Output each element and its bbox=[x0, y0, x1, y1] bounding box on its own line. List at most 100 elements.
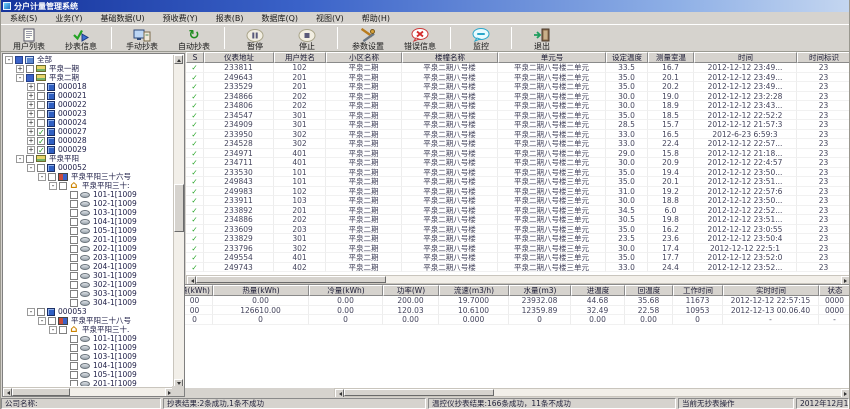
collapse-icon[interactable]: - bbox=[16, 155, 24, 163]
tree-checkbox[interactable] bbox=[70, 254, 78, 262]
tree-item[interactable]: 302-1[1009 bbox=[3, 280, 172, 289]
tree-item[interactable]: +平泉一期 bbox=[3, 64, 172, 73]
tree-checkbox[interactable] bbox=[70, 245, 78, 253]
tree-checkbox[interactable] bbox=[70, 380, 78, 387]
tree-checkbox[interactable] bbox=[70, 344, 78, 352]
detail-table-horizontal-scrollbar[interactable] bbox=[334, 388, 850, 397]
column-header[interactable]: 时间标识 bbox=[797, 52, 850, 63]
expand-icon[interactable]: + bbox=[27, 92, 35, 100]
table-row[interactable]: ✓249843101平泉二期平泉二期八号楼平泉二期八号楼三单元35.020.12… bbox=[186, 177, 850, 187]
expand-icon[interactable]: + bbox=[27, 101, 35, 109]
tree-item[interactable]: 201-1[1009 bbox=[3, 379, 172, 386]
scrollbar-thumb[interactable] bbox=[174, 184, 184, 232]
tree-checkbox[interactable] bbox=[70, 371, 78, 379]
table-row[interactable]: ✓233829301平泉二期平泉二期八号楼平泉二期八号楼三单元23.523.62… bbox=[186, 234, 850, 244]
tree-item[interactable]: +✓000028 bbox=[3, 136, 172, 145]
tree-item[interactable]: 102-1[1009 bbox=[3, 343, 172, 352]
tree-checkbox[interactable] bbox=[48, 173, 56, 181]
tree-checkbox[interactable] bbox=[70, 290, 78, 298]
column-header[interactable]: 回温度 bbox=[625, 285, 673, 296]
tree-checkbox[interactable] bbox=[70, 218, 78, 226]
collapse-icon[interactable]: - bbox=[38, 173, 46, 181]
monitor-button[interactable]: 监控 bbox=[455, 25, 507, 51]
tree-checkbox[interactable] bbox=[70, 209, 78, 217]
column-header[interactable]: 实时时间 bbox=[723, 285, 819, 296]
exit-button[interactable]: 退出 bbox=[516, 25, 568, 51]
column-header[interactable]: 小区名称 bbox=[326, 52, 402, 63]
tree-checkbox[interactable] bbox=[37, 119, 45, 127]
tree-item[interactable]: -⌂平泉平阳三十: bbox=[3, 181, 172, 190]
scrollbar-track[interactable] bbox=[70, 388, 165, 396]
table-row[interactable]: 0000.000.00000.000.000-- bbox=[177, 315, 850, 325]
scrollbar-thumb[interactable] bbox=[196, 276, 386, 283]
expand-icon[interactable]: + bbox=[27, 83, 35, 91]
tree-item[interactable]: 104-1[1009 bbox=[3, 361, 172, 370]
table-row[interactable]: ✓234866202平泉二期平泉二期八号楼平泉二期八号楼二单元30.019.02… bbox=[186, 92, 850, 102]
scrollbar-track[interactable] bbox=[494, 389, 841, 396]
tree-checkbox[interactable] bbox=[70, 191, 78, 199]
menu-item-view[interactable]: 视图(V) bbox=[307, 13, 353, 24]
table-row[interactable]: ✓234971401平泉二期平泉二期八号楼平泉二期八号楼二单元29.015.82… bbox=[186, 149, 850, 159]
pause-button[interactable]: 暂停 bbox=[229, 25, 281, 51]
tree-checkbox[interactable] bbox=[70, 236, 78, 244]
table-row[interactable]: ✓249743402平泉二期平泉二期八号楼平泉二期八号楼三单元33.024.42… bbox=[186, 263, 850, 273]
table-row[interactable]: ✓233811102平泉二期平泉二期八号楼平泉二期八号楼二单元33.516.72… bbox=[186, 63, 850, 73]
column-header[interactable]: 时间 bbox=[694, 52, 797, 63]
expand-icon[interactable]: + bbox=[27, 119, 35, 127]
tree-item[interactable]: 103-1[1009 bbox=[3, 208, 172, 217]
tree-horizontal-scrollbar[interactable] bbox=[3, 387, 174, 396]
tree-item[interactable]: 103-1[1009 bbox=[3, 352, 172, 361]
expand-icon[interactable]: + bbox=[27, 146, 35, 154]
tree-item[interactable]: -⌂平泉平阳三十. bbox=[3, 325, 172, 334]
column-header[interactable]: 设定温度 bbox=[606, 52, 648, 63]
tree-checkbox[interactable] bbox=[70, 281, 78, 289]
user-list-button[interactable]: 用户列表 bbox=[3, 25, 55, 51]
table-row[interactable]: ✓234886202平泉二期平泉二期八号楼平泉二期八号楼三单元30.519.82… bbox=[186, 215, 850, 225]
auto-read-button[interactable]: ↻ 自动抄表 bbox=[168, 25, 220, 51]
column-header[interactable]: 流速(m3/h) bbox=[439, 285, 509, 296]
tree-checkbox[interactable] bbox=[37, 83, 45, 91]
collapse-icon[interactable]: - bbox=[38, 317, 46, 325]
collapse-icon[interactable]: - bbox=[27, 308, 35, 316]
expand-icon[interactable]: + bbox=[27, 110, 35, 118]
table-row[interactable]: 000.000.00200.0019.700023932.0844.6835.6… bbox=[177, 296, 850, 306]
scroll-up-button[interactable] bbox=[174, 55, 183, 64]
scroll-left-button[interactable] bbox=[3, 388, 12, 397]
tree-item[interactable]: 105-1[1009 bbox=[3, 370, 172, 379]
tree-checkbox[interactable] bbox=[70, 272, 78, 280]
table-row[interactable]: ✓234547301平泉二期平泉二期八号楼平泉二期八号楼二单元35.018.52… bbox=[186, 111, 850, 121]
tree-item[interactable]: 201-1[1009 bbox=[3, 235, 172, 244]
table-row[interactable]: ✓233950302平泉二期平泉二期八号楼平泉二期八号楼二单元33.016.52… bbox=[186, 130, 850, 140]
tree-checkbox[interactable] bbox=[26, 155, 34, 163]
manual-read-button[interactable]: 手动抄表 bbox=[116, 25, 168, 51]
tree-checkbox[interactable] bbox=[70, 335, 78, 343]
collapse-icon[interactable]: - bbox=[27, 164, 35, 172]
tree-item[interactable]: 105-1[1009 bbox=[3, 226, 172, 235]
tree-checkbox[interactable] bbox=[37, 308, 45, 316]
column-header[interactable]: 测量室温 bbox=[648, 52, 694, 63]
table-row[interactable]: ✓233609203平泉二期平泉二期八号楼平泉二期八号楼三单元35.016.22… bbox=[186, 225, 850, 235]
main-table-horizontal-scrollbar[interactable] bbox=[186, 275, 850, 284]
table-row[interactable]: 00126610.000.00120.0310.610012359.8932.4… bbox=[177, 306, 850, 316]
tree-item[interactable]: +000022 bbox=[3, 100, 172, 109]
column-header[interactable]: 进温度 bbox=[571, 285, 625, 296]
tree-item[interactable]: 203-1[1009 bbox=[3, 253, 172, 262]
menu-item-help[interactable]: 帮助(H) bbox=[353, 13, 399, 24]
column-header[interactable]: 工作时间 bbox=[673, 285, 723, 296]
error-info-button[interactable]: 错误信息 bbox=[394, 25, 446, 51]
collapse-icon[interactable]: - bbox=[49, 182, 57, 190]
table-row[interactable]: ✓234909301平泉二期平泉二期八号楼平泉二期八号楼二单元28.515.72… bbox=[186, 120, 850, 130]
tree-item[interactable]: +000024 bbox=[3, 118, 172, 127]
tree-item[interactable]: +✓000027 bbox=[3, 127, 172, 136]
tree-checkbox[interactable] bbox=[48, 317, 56, 325]
tree-checkbox[interactable] bbox=[26, 65, 34, 73]
tree-item[interactable]: 301-1[1009 bbox=[3, 271, 172, 280]
column-header[interactable]: 仪表地址 bbox=[204, 52, 274, 63]
tree-item[interactable]: -平泉平阳 bbox=[3, 154, 172, 163]
table-row[interactable]: ✓233529201平泉二期平泉二期八号楼平泉二期八号楼二单元35.020.22… bbox=[186, 82, 850, 92]
table-row[interactable]: ✓233796302平泉二期平泉二期八号楼平泉二期八号楼三单元30.017.42… bbox=[186, 244, 850, 254]
expand-icon[interactable]: + bbox=[27, 137, 35, 145]
meter-info-button[interactable]: 抄表信息 bbox=[55, 25, 107, 51]
table-row[interactable]: ✓234528302平泉二期平泉二期八号楼平泉二期八号楼二单元33.022.42… bbox=[186, 139, 850, 149]
title-bar[interactable]: 分户计量管理系统 bbox=[1, 0, 849, 12]
